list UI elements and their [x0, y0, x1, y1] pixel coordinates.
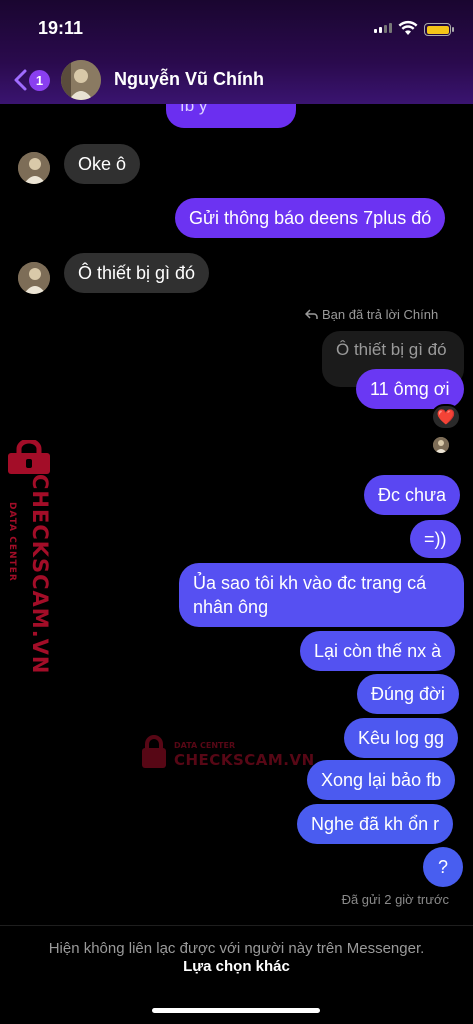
message-bubble-outgoing[interactable]: Đc chưa: [364, 475, 461, 515]
message-text: Nghe đã kh ổn r: [311, 813, 440, 834]
watermark-brand: CHECKSCAM.VN: [28, 474, 52, 675]
message-text: Xong lại bảo fb: [321, 769, 442, 790]
message-bubble-incoming[interactable]: Ô thiết bị gì đó: [64, 253, 210, 293]
sent-status: Đã gửi 2 giờ trước: [341, 892, 449, 907]
message-bubble-outgoing[interactable]: ?: [423, 847, 463, 887]
back-chevron-icon[interactable]: [12, 68, 28, 92]
reply-note-text: Bạn đã trả lời Chính: [322, 307, 439, 322]
top-bar: 19:11 1 Nguyễn Vũ Chính: [0, 0, 473, 104]
message-text: 11 ômg ơi: [370, 378, 450, 399]
status-bar: 19:11: [0, 14, 473, 44]
watermark-sub: DATA CENTER: [7, 502, 17, 582]
reply-note: Bạn đã trả lời Chính: [305, 307, 438, 322]
unread-badge[interactable]: 1: [29, 70, 50, 91]
other-options-button[interactable]: Lựa chọn khác: [0, 958, 473, 975]
seen-avatar: [433, 437, 449, 453]
battery-icon: [424, 23, 454, 36]
message-text: Ô thiết bị gì đó: [78, 262, 196, 283]
reply-arrow-icon: [305, 309, 318, 319]
heart-reaction[interactable]: ❤️: [431, 404, 461, 430]
padlock-logo-icon: [8, 440, 50, 474]
quoted-text: Ô thiết bị gì đó: [336, 340, 447, 359]
message-bubble-outgoing[interactable]: =)): [410, 520, 461, 558]
avatar[interactable]: [18, 152, 50, 184]
message-bubble-outgoing[interactable]: Lại còn thế nx à: [300, 631, 456, 671]
message-text: Lại còn thế nx à: [314, 640, 442, 661]
message-bubble-outgoing[interactable]: Xong lại bảo fb: [307, 760, 456, 800]
message-text: Đúng đời: [371, 683, 445, 704]
contact-name[interactable]: Nguyễn Vũ Chính: [114, 69, 264, 90]
message-text: Ủa sao tôi kh vào đc trang cá nhân ông: [193, 573, 427, 617]
message-bubble-outgoing[interactable]: Kêu log gg: [344, 718, 459, 758]
message-text: =)): [424, 528, 447, 549]
wifi-icon: [398, 20, 418, 35]
message-bubble-outgoing[interactable]: Đúng đời: [357, 674, 459, 714]
message-bubble-outgoing[interactable]: Nghe đã kh ổn r: [297, 804, 454, 844]
message-bubble-incoming[interactable]: Oke ô: [64, 144, 141, 184]
message-text: Oke ô: [78, 153, 127, 174]
signal-icon: [374, 23, 392, 33]
watermark-vertical: CHECKSCAM.VN DATA CENTER: [4, 440, 54, 675]
message-text: ?: [437, 856, 448, 877]
watermark-center: DATA CENTER CHECKSCAM.VN: [140, 735, 314, 775]
watermark-sub: DATA CENTER: [174, 741, 236, 750]
watermark-brand: CHECKSCAM.VN: [174, 751, 315, 769]
chat-header: 1 Nguyễn Vũ Chính: [0, 58, 473, 102]
message-bubble-outgoing[interactable]: Gửi thông báo deens 7plus đó: [175, 198, 446, 238]
padlock-logo-icon: [142, 735, 166, 768]
divider: [0, 925, 473, 926]
message-text: Đc chưa: [378, 484, 447, 505]
message-bubble-outgoing[interactable]: Ủa sao tôi kh vào đc trang cá nhân ông: [179, 563, 464, 627]
message-text: Gửi thông báo deens 7plus đó: [189, 207, 432, 228]
message-bubble-outgoing[interactable]: 11 ômg ơi: [356, 369, 464, 409]
contact-avatar[interactable]: [61, 60, 101, 100]
status-time: 19:11: [38, 18, 84, 38]
heart-icon: ❤️: [436, 409, 456, 426]
unavailable-notice: Hiện không liên lạc được với người này t…: [48, 940, 425, 957]
message-text: Kêu log gg: [358, 727, 445, 748]
avatar[interactable]: [18, 262, 50, 294]
home-indicator[interactable]: [152, 1008, 320, 1013]
